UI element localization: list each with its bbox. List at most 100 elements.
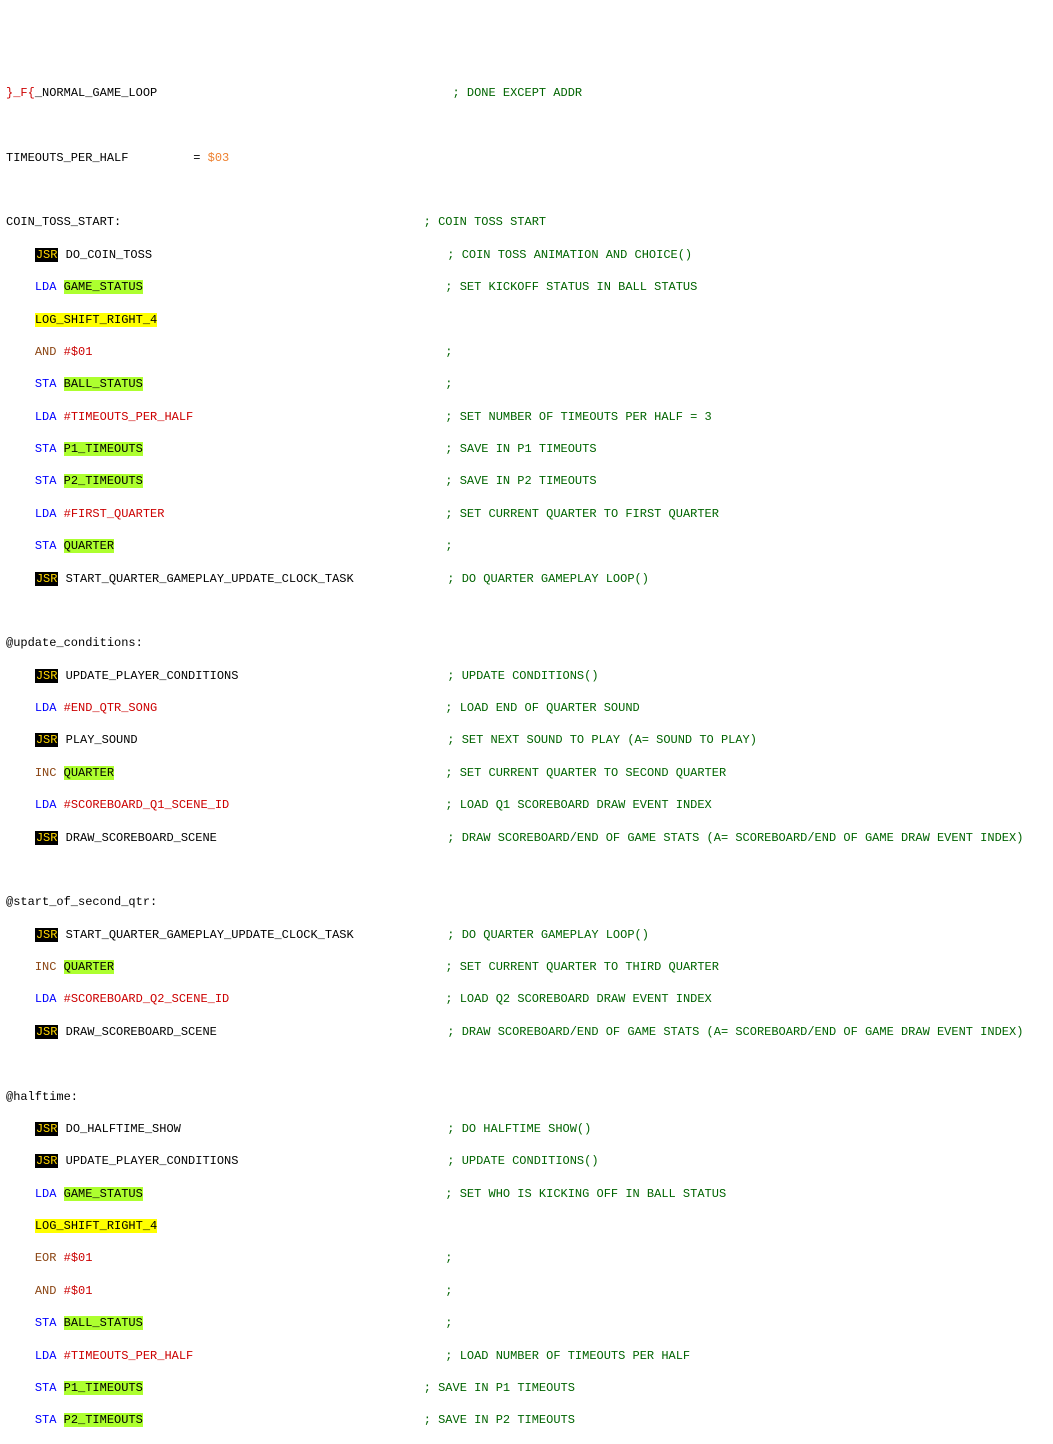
code-line: INC QUARTER ; SET CURRENT QUARTER TO SEC… xyxy=(6,765,1047,781)
opcode: STA xyxy=(35,474,57,488)
text: _NORMAL_GAME_LOOP xyxy=(35,86,157,100)
local-label: @halftime: xyxy=(6,1090,78,1104)
comment: ; xyxy=(445,377,452,391)
operand: START_QUARTER_GAMEPLAY_UPDATE_CLOCK_TASK xyxy=(66,928,354,942)
operand-hl: GAME_STATUS xyxy=(64,280,143,294)
opcode: EOR xyxy=(35,1251,57,1265)
operand-hl: P1_TIMEOUTS xyxy=(64,1381,143,1395)
code-line: LDA #FIRST_QUARTER ; SET CURRENT QUARTER… xyxy=(6,506,1047,522)
opcode: LDA xyxy=(35,992,57,1006)
opcode-jsr: JSR xyxy=(35,669,59,683)
comment: ; LOAD Q1 SCOREBOARD DRAW EVENT INDEX xyxy=(445,798,711,812)
comment: ; SET CURRENT QUARTER TO FIRST QUARTER xyxy=(445,507,719,521)
opcode-jsr: JSR xyxy=(35,572,59,586)
label-text: TIMEOUTS_PER_HALF xyxy=(6,151,128,165)
comment: ; xyxy=(445,1284,452,1298)
comment: ; SET KICKOFF STATUS IN BALL STATUS xyxy=(445,280,697,294)
operand-hl: P2_TIMEOUTS xyxy=(64,474,143,488)
code-line: STA BALL_STATUS ; xyxy=(6,376,1047,392)
code-line: LDA #SCOREBOARD_Q1_SCENE_ID ; LOAD Q1 SC… xyxy=(6,797,1047,813)
immediate: #$01 xyxy=(64,345,93,359)
comment: ; SET CURRENT QUARTER TO THIRD QUARTER xyxy=(445,960,719,974)
code-line: }_F{_NORMAL_GAME_LOOP ; DONE EXCEPT ADDR xyxy=(6,85,1047,101)
opcode: STA xyxy=(35,1413,57,1427)
immediate: #$01 xyxy=(64,1251,93,1265)
code-line: @start_of_second_qtr: xyxy=(6,894,1047,910)
comment: ; LOAD END OF QUARTER SOUND xyxy=(445,701,639,715)
comment: ; SET CURRENT QUARTER TO SECOND QUARTER xyxy=(445,766,726,780)
code-line: EOR #$01 ; xyxy=(6,1250,1047,1266)
code-line: STA QUARTER ; xyxy=(6,538,1047,554)
opcode: LDA xyxy=(35,280,57,294)
code-line: LDA #SCOREBOARD_Q2_SCENE_ID ; LOAD Q2 SC… xyxy=(6,991,1047,1007)
local-label: @start_of_second_qtr: xyxy=(6,895,157,909)
macro-hl: LOG_SHIFT_RIGHT_4 xyxy=(35,313,157,327)
code-line: @update_conditions: xyxy=(6,635,1047,651)
operand: PLAY_SOUND xyxy=(66,733,138,747)
operand: UPDATE_PLAYER_CONDITIONS xyxy=(66,1154,239,1168)
code-line: STA BALL_STATUS ; xyxy=(6,1315,1047,1331)
code-line: JSR PLAY_SOUND ; SET NEXT SOUND TO PLAY … xyxy=(6,732,1047,748)
operand-hl: QUARTER xyxy=(64,960,114,974)
blank-line xyxy=(6,862,1047,878)
equals: = xyxy=(193,151,207,165)
hex-literal: $03 xyxy=(208,151,230,165)
blank-line xyxy=(6,1056,1047,1072)
opcode: INC xyxy=(35,960,57,974)
code-listing: }_F{_NORMAL_GAME_LOOP ; DONE EXCEPT ADDR… xyxy=(6,69,1047,1444)
opcode: LDA xyxy=(35,410,57,424)
comment: ; SET NUMBER OF TIMEOUTS PER HALF = 3 xyxy=(445,410,711,424)
operand-hl: BALL_STATUS xyxy=(64,1316,143,1330)
comment: ; LOAD Q2 SCOREBOARD DRAW EVENT INDEX xyxy=(445,992,711,1006)
code-line: JSR UPDATE_PLAYER_CONDITIONS ; UPDATE CO… xyxy=(6,1153,1047,1169)
code-line: LOG_SHIFT_RIGHT_4 xyxy=(6,312,1047,328)
code-line: JSR DRAW_SCOREBOARD_SCENE ; DRAW SCOREBO… xyxy=(6,830,1047,846)
opcode: STA xyxy=(35,377,57,391)
blank-line xyxy=(6,117,1047,133)
comment: ; LOAD NUMBER OF TIMEOUTS PER HALF xyxy=(445,1349,690,1363)
comment: ; xyxy=(445,1251,452,1265)
code-line: JSR DRAW_SCOREBOARD_SCENE ; DRAW SCOREBO… xyxy=(6,1024,1047,1040)
opcode: INC xyxy=(35,766,57,780)
code-line: INC QUARTER ; SET CURRENT QUARTER TO THI… xyxy=(6,959,1047,975)
immediate: #FIRST_QUARTER xyxy=(64,507,165,521)
comment: ; xyxy=(445,345,452,359)
operand-hl: P2_TIMEOUTS xyxy=(64,1413,143,1427)
code-line: JSR START_QUARTER_GAMEPLAY_UPDATE_CLOCK_… xyxy=(6,571,1047,587)
code-line: TIMEOUTS_PER_HALF = $03 xyxy=(6,150,1047,166)
code-line: LDA #TIMEOUTS_PER_HALF ; LOAD NUMBER OF … xyxy=(6,1348,1047,1364)
opcode-jsr: JSR xyxy=(35,1122,59,1136)
comment: ; SET NEXT SOUND TO PLAY (A= SOUND TO PL… xyxy=(447,733,757,747)
code-line: STA P1_TIMEOUTS ; SAVE IN P1 TIMEOUTS xyxy=(6,441,1047,457)
blank-line xyxy=(6,182,1047,198)
operand: UPDATE_PLAYER_CONDITIONS xyxy=(66,669,239,683)
macro-call: _F{ xyxy=(13,86,35,100)
operand: DO_COIN_TOSS xyxy=(66,248,152,262)
opcode: STA xyxy=(35,1381,57,1395)
comment: ; xyxy=(445,539,452,553)
code-line: LDA GAME_STATUS ; SET KICKOFF STATUS IN … xyxy=(6,279,1047,295)
comment: ; COIN TOSS ANIMATION AND CHOICE() xyxy=(447,248,692,262)
code-line: LDA #TIMEOUTS_PER_HALF ; SET NUMBER OF T… xyxy=(6,409,1047,425)
opcode-jsr: JSR xyxy=(35,1154,59,1168)
immediate: #$01 xyxy=(64,1284,93,1298)
comment: ; SAVE IN P2 TIMEOUTS xyxy=(445,474,596,488)
immediate: #END_QTR_SONG xyxy=(64,701,158,715)
comment: ; SAVE IN P1 TIMEOUTS xyxy=(424,1381,575,1395)
code-line: STA P2_TIMEOUTS ; SAVE IN P2 TIMEOUTS xyxy=(6,1412,1047,1428)
opcode: LDA xyxy=(35,798,57,812)
comment: ; SAVE IN P2 TIMEOUTS xyxy=(424,1413,575,1427)
operand: DRAW_SCOREBOARD_SCENE xyxy=(66,831,217,845)
operand-hl: BALL_STATUS xyxy=(64,377,143,391)
opcode: STA xyxy=(35,1316,57,1330)
comment: ; UPDATE CONDITIONS() xyxy=(447,1154,598,1168)
comment: ; DO HALFTIME SHOW() xyxy=(447,1122,591,1136)
code-line: @halftime: xyxy=(6,1089,1047,1105)
opcode-jsr: JSR xyxy=(35,733,59,747)
opcode: LDA xyxy=(35,701,57,715)
immediate: #SCOREBOARD_Q2_SCENE_ID xyxy=(64,992,230,1006)
opcode: LDA xyxy=(35,1349,57,1363)
opcode-jsr: JSR xyxy=(35,928,59,942)
comment: ; DO QUARTER GAMEPLAY LOOP() xyxy=(447,572,649,586)
comment: ; SAVE IN P1 TIMEOUTS xyxy=(445,442,596,456)
